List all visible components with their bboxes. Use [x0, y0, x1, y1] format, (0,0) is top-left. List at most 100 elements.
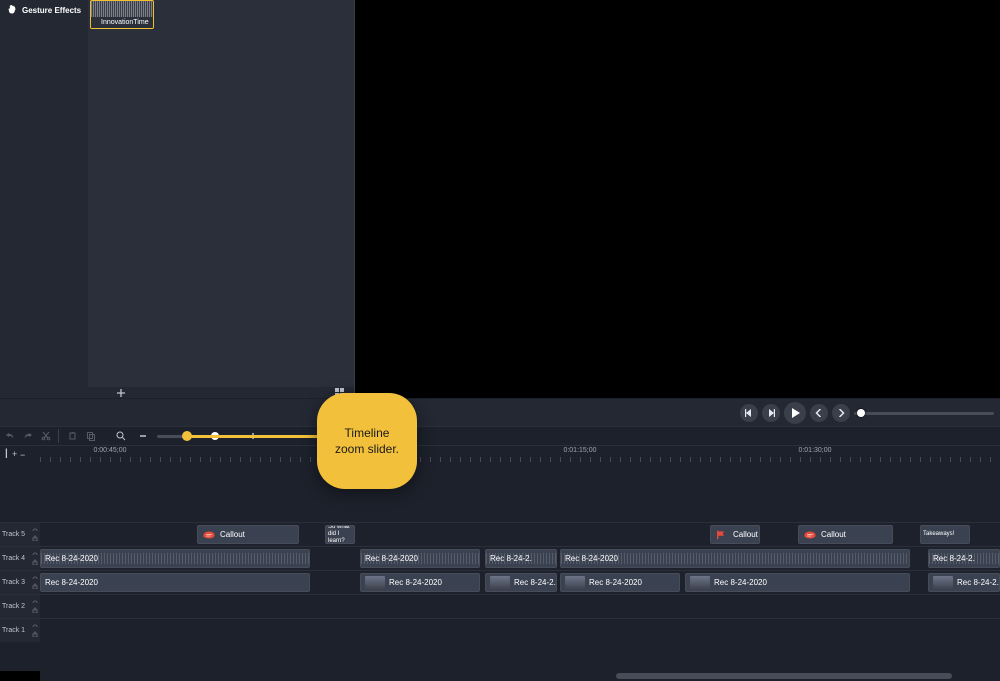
- lock-icon[interactable]: [32, 607, 38, 613]
- timeline-clip[interactable]: Rec 8-24-2020: [40, 549, 310, 568]
- link-icon[interactable]: [32, 552, 38, 558]
- clip-label: Rec 8-24-2020: [714, 578, 767, 587]
- track-name-label: Track 1: [2, 627, 25, 634]
- tooltip-text: Timeline zoom slider.: [335, 425, 399, 457]
- lock-icon[interactable]: [32, 559, 38, 565]
- track-header[interactable]: Track 5: [0, 523, 40, 546]
- timeline-clip[interactable]: Rec 8-24-2.: [485, 573, 557, 592]
- waveform-icon: [91, 1, 153, 17]
- timeline-clip[interactable]: Callout: [197, 525, 299, 544]
- track-row: Track 2: [0, 594, 1000, 618]
- chevron-right-icon: [837, 409, 845, 417]
- timeline-clip[interactable]: Rec 8-24-2020: [685, 573, 910, 592]
- track-content[interactable]: Callout So what did I learn? Callout Callou…: [40, 523, 1000, 546]
- plus-icon: [117, 389, 125, 397]
- media-bin-footer: [88, 387, 354, 398]
- timeline-clip[interactable]: Rec 8-24-2020: [560, 549, 910, 568]
- track-add-plus-icon[interactable]: +: [12, 451, 18, 457]
- timeline-clip[interactable]: Rec 8-24-2020: [40, 573, 310, 592]
- cloud-icon: [202, 530, 216, 540]
- jump-forward-button[interactable]: [832, 404, 850, 422]
- timeline-clip[interactable]: Rec 8-24-2020: [560, 573, 680, 592]
- ruler-time-label: 0:01:15;00: [563, 447, 596, 454]
- add-media-button[interactable]: [115, 387, 127, 398]
- clip-thumbnail: [490, 576, 510, 590]
- link-icon[interactable]: [32, 528, 38, 534]
- help-tooltip: Timeline zoom slider.: [317, 393, 417, 489]
- track-content[interactable]: Rec 8-24-2020 Rec 8-24-2020 Rec 8-24-2. Rec…: [40, 547, 1000, 570]
- timeline-scrollbar[interactable]: [40, 671, 1000, 681]
- cut-button[interactable]: [38, 428, 54, 444]
- clip-label: Rec 8-24-2020: [565, 554, 618, 563]
- clip-label: Rec 8-24-2020: [45, 554, 98, 563]
- zoom-search-button[interactable]: [113, 428, 129, 444]
- track-content[interactable]: Rec 8-24-2020 Rec 8-24-2020 Rec 8-24-2. Rec…: [40, 571, 1000, 594]
- timeline-clip[interactable]: Rec 8-24-2020: [360, 573, 480, 592]
- timeline-ruler[interactable]: 0:00:45;000:01:15;000:01:30;00: [40, 446, 1000, 462]
- lock-icon[interactable]: [32, 583, 38, 589]
- timeline-clip[interactable]: Rec 8-24-2.: [928, 549, 1000, 568]
- track-header[interactable]: Track 1: [0, 619, 40, 642]
- track-row: Track 3Rec 8-24-2020Rec 8-24-2020Rec 8-2…: [0, 570, 1000, 594]
- clip-label: Rec 8-24-2.: [490, 554, 532, 563]
- timeline-clip[interactable]: Rec 8-24-2.: [485, 549, 557, 568]
- track-header[interactable]: Track 2: [0, 595, 40, 618]
- sidebar-item-gesture-effects[interactable]: Gesture Effects: [0, 0, 88, 20]
- track-header[interactable]: Track 3: [0, 571, 40, 594]
- clip-label: Callout: [733, 530, 758, 539]
- track-add-minus-icon[interactable]: −: [20, 452, 26, 458]
- copy-button[interactable]: [65, 428, 81, 444]
- scissors-icon: [41, 431, 51, 441]
- clip-thumbnail: [365, 576, 385, 590]
- volume-slider[interactable]: [854, 399, 994, 427]
- ruler-time-label: 0:00:45;00: [93, 447, 126, 454]
- media-panel: Gesture Effects InnovationTime: [0, 0, 355, 398]
- track-content[interactable]: [40, 619, 1000, 642]
- lock-icon[interactable]: [32, 535, 38, 541]
- track-name-label: Track 2: [2, 603, 25, 610]
- redo-button[interactable]: [20, 428, 36, 444]
- track-name-label: Track 5: [2, 531, 25, 538]
- redo-icon: [23, 431, 33, 441]
- prev-frame-button[interactable]: [740, 404, 758, 422]
- next-frame-button[interactable]: [762, 404, 780, 422]
- cloud-icon: [803, 530, 817, 540]
- clip-label: Rec 8-24-2020: [589, 578, 642, 587]
- media-bin[interactable]: InnovationTime: [88, 0, 354, 387]
- clip-label: Rec 8-24-2020: [365, 554, 418, 563]
- scrollbar-thumb[interactable]: [616, 673, 952, 679]
- track-add-controls: ┃ + −: [0, 446, 40, 462]
- track-header[interactable]: Track 4: [0, 547, 40, 570]
- playhead-handle-icon[interactable]: ┃: [4, 451, 10, 457]
- tooltip-connector: [187, 435, 331, 438]
- track-row: Track 1: [0, 618, 1000, 642]
- gesture-icon: [6, 4, 18, 16]
- clip-label: Rec 8-24-2020: [45, 578, 98, 587]
- jump-back-button[interactable]: [810, 404, 828, 422]
- link-icon[interactable]: [32, 624, 38, 630]
- effects-sidebar: Gesture Effects: [0, 0, 88, 398]
- timeline-clip[interactable]: Takeaways!: [920, 525, 970, 544]
- timeline-clip[interactable]: Callout: [798, 525, 893, 544]
- timeline-clip[interactable]: Rec 8-24-2.: [928, 573, 1000, 592]
- clip-label: Callout: [220, 530, 245, 539]
- clip-label: Takeaways!: [923, 531, 954, 538]
- clip-label: Rec 8-24-2.: [933, 554, 975, 563]
- link-icon[interactable]: [32, 600, 38, 606]
- preview-canvas[interactable]: [355, 0, 1000, 398]
- timeline-clip[interactable]: Callout: [710, 525, 760, 544]
- timeline-clip[interactable]: Rec 8-24-2020: [360, 549, 480, 568]
- zoom-out-button[interactable]: [135, 428, 151, 444]
- link-icon[interactable]: [32, 576, 38, 582]
- lock-icon[interactable]: [32, 631, 38, 637]
- undo-button[interactable]: [2, 428, 18, 444]
- track-name-label: Track 4: [2, 555, 25, 562]
- play-icon: [790, 408, 800, 418]
- chevron-left-icon: [815, 409, 823, 417]
- paste-button[interactable]: [83, 428, 99, 444]
- timeline-clip[interactable]: So what did I learn?: [325, 525, 355, 544]
- paste-icon: [86, 431, 96, 441]
- track-content[interactable]: [40, 595, 1000, 618]
- play-button[interactable]: [784, 402, 806, 424]
- media-clip-thumb[interactable]: InnovationTime: [90, 0, 154, 29]
